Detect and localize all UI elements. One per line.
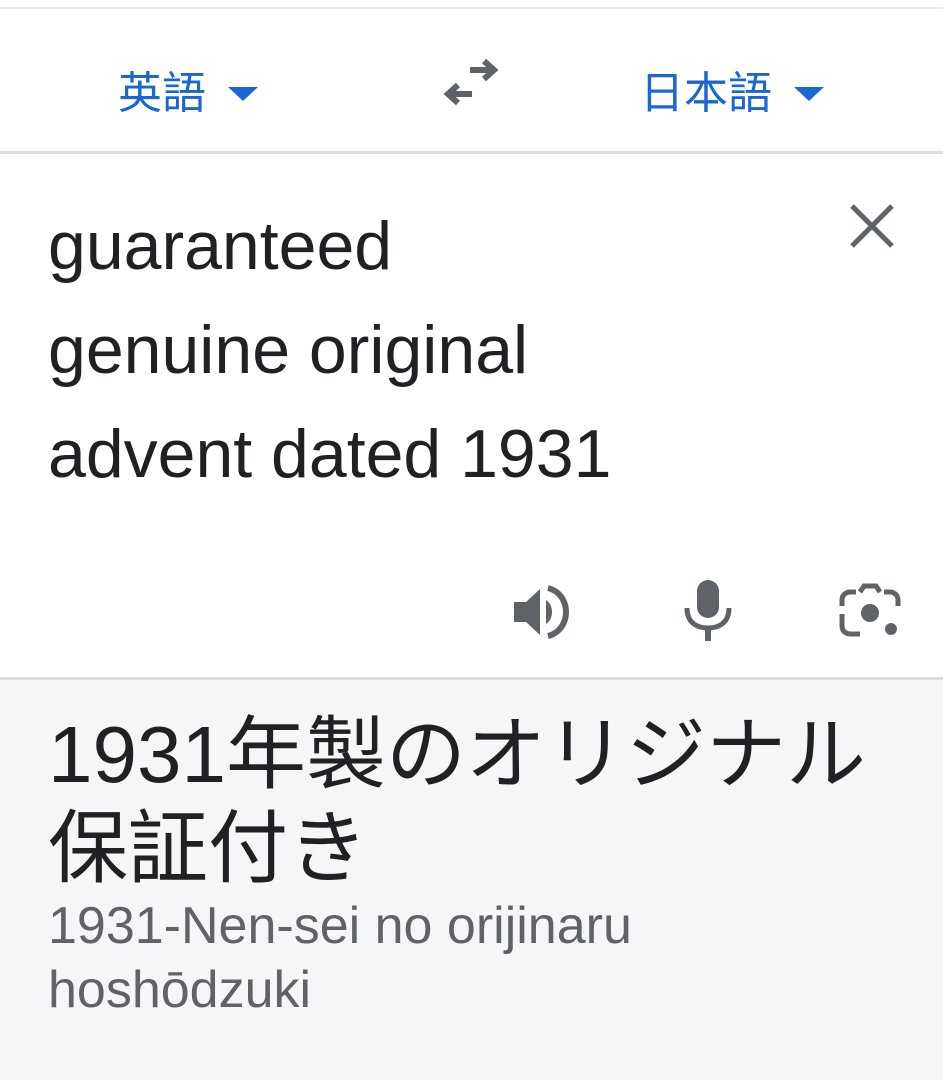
source-text[interactable]: guaranteed genuine original advent dated… [48, 194, 748, 506]
chevron-down-icon [228, 87, 258, 101]
target-language-label: 日本語 [640, 69, 772, 118]
voice-input-button[interactable] [676, 578, 740, 642]
source-input-panel[interactable]: guaranteed genuine original advent dated… [0, 154, 943, 677]
chevron-down-icon [794, 87, 824, 101]
swap-languages-button[interactable] [440, 57, 502, 113]
romanization-text: 1931-Nen-sei no orijinaru hoshōdzuki [48, 897, 632, 1019]
speaker-icon [514, 585, 569, 639]
language-bar: 英語 日本語 [0, 9, 943, 152]
translated-text: 1931年製のオリジナル 保証付き [48, 710, 866, 893]
translation-result-panel: 1931年製のオリジナル 保証付き 1931-Nen-sei no orijin… [0, 680, 943, 1080]
source-language-label: 英語 [118, 69, 206, 118]
target-language-button[interactable]: 日本語 [640, 61, 824, 118]
microphone-icon [684, 580, 732, 641]
source-language-button[interactable]: 英語 [118, 61, 258, 118]
listen-button[interactable] [510, 580, 574, 644]
camera-lens-icon [839, 583, 901, 637]
clear-button[interactable] [846, 200, 898, 252]
camera-translate-button[interactable] [838, 580, 902, 644]
swap-arrows-icon [443, 58, 499, 106]
close-icon [850, 204, 894, 248]
